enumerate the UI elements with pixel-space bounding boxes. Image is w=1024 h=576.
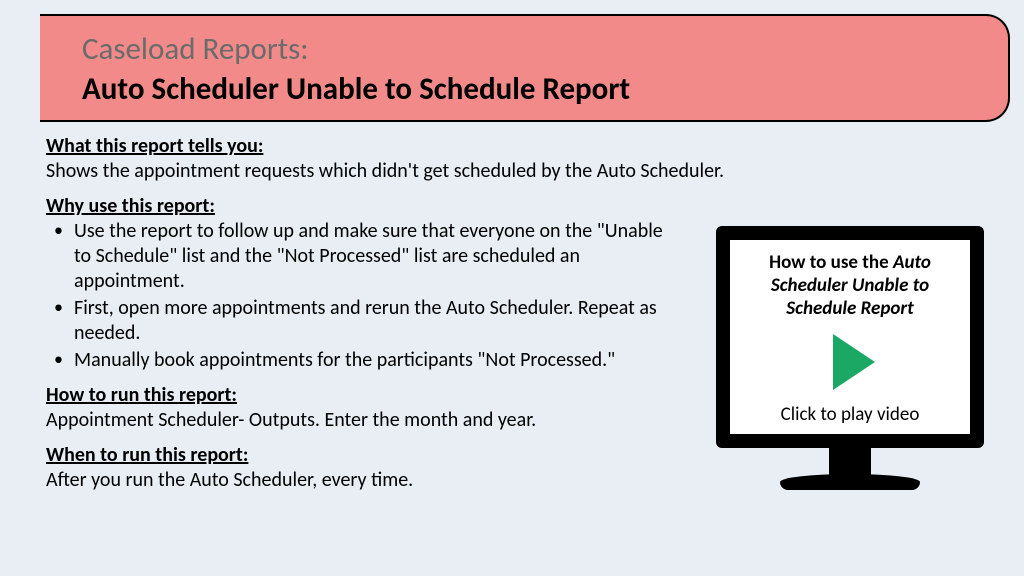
how-text: Appointment Scheduler- Outputs. Enter th… [46, 408, 666, 433]
monitor-base [780, 474, 920, 490]
why-heading: Why use this report: [46, 194, 666, 219]
monitor-screen: How to use the Auto Scheduler Unable to … [716, 226, 984, 448]
video-title: How to use the Auto Scheduler Unable to … [744, 252, 956, 320]
header-section-label: Caseload Reports: [82, 30, 988, 68]
video-monitor: How to use the Auto Scheduler Unable to … [716, 226, 984, 490]
what-text: Shows the appointment requests which did… [46, 159, 1010, 184]
how-heading: How to run this report: [46, 383, 666, 408]
list-item: First, open more appointments and rerun … [52, 296, 666, 346]
when-text: After you run the Auto Scheduler, every … [46, 468, 666, 493]
section-what: What this report tells you: Shows the ap… [46, 134, 1010, 184]
list-item: Manually book appointments for the parti… [52, 348, 666, 373]
section-how: How to run this report: Appointment Sche… [46, 383, 666, 433]
why-list: Use the report to follow up and make sur… [46, 219, 666, 373]
video-caption[interactable]: Click to play video [781, 403, 920, 426]
play-icon[interactable] [833, 334, 875, 390]
section-when: When to run this report: After you run t… [46, 443, 666, 493]
header-report-title: Auto Scheduler Unable to Schedule Report [82, 70, 988, 108]
when-heading: When to run this report: [46, 443, 666, 468]
list-item: Use the report to follow up and make sur… [52, 219, 666, 294]
section-why: Why use this report: Use the report to f… [46, 194, 666, 373]
slide-header: Caseload Reports: Auto Scheduler Unable … [40, 14, 1010, 122]
what-heading: What this report tells you: [46, 134, 1010, 159]
video-title-prefix: How to use the [769, 251, 893, 274]
